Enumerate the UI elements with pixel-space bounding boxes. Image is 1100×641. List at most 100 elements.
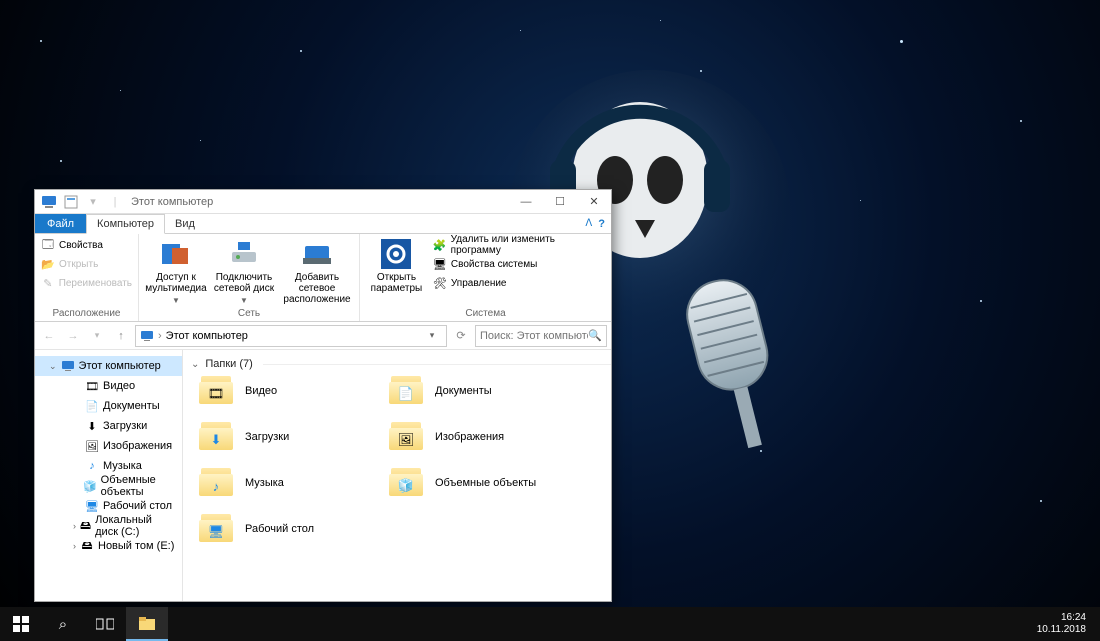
titlebar[interactable]: ▾ | Этот компьютер — ☐ ✕ xyxy=(35,190,611,214)
tree-drive-e[interactable]: ›🖴Новый том (E:) xyxy=(59,536,182,556)
ribbon-add-net-location[interactable]: Добавить сетевое расположение xyxy=(281,236,353,306)
tree-this-pc[interactable]: ⌄ Этот компьютер xyxy=(35,356,182,376)
this-pc-icon xyxy=(61,359,75,373)
qat-dropdown-icon[interactable]: ▾ xyxy=(83,192,103,212)
ribbon-group-location: Расположение xyxy=(41,306,132,321)
document-icon: 📄 xyxy=(398,386,414,402)
3d-icon: 🧊 xyxy=(83,479,97,493)
search-icon: 🔍 xyxy=(588,329,602,342)
ribbon-uninstall-program[interactable]: 🧩 Удалить или изменить программу xyxy=(433,236,605,254)
taskbar-search[interactable]: ⌕ xyxy=(42,607,84,641)
3d-icon: 🧊 xyxy=(398,478,414,494)
qat-this-pc-icon[interactable] xyxy=(39,192,59,212)
taskbar-file-explorer[interactable] xyxy=(126,607,168,641)
desktop: ▾ | Этот компьютер — ☐ ✕ Файл Компьютер … xyxy=(0,0,1100,641)
tree-music[interactable]: ♪Музыка xyxy=(59,456,182,476)
uninstall-icon: 🧩 xyxy=(433,238,447,252)
media-icon xyxy=(160,238,192,270)
map-drive-icon xyxy=(228,238,260,270)
close-button[interactable]: ✕ xyxy=(577,190,611,214)
tree-desktop[interactable]: 🖥Рабочий стол xyxy=(59,496,182,516)
windows-icon xyxy=(13,616,29,632)
refresh-button[interactable]: ⟳ xyxy=(451,326,471,346)
properties-icon: 🗔 xyxy=(41,238,55,252)
drive-icon: 🖴 xyxy=(80,519,91,533)
ribbon-manage[interactable]: 🛠 Управление xyxy=(433,274,605,292)
ribbon-group-system: Система xyxy=(366,306,605,321)
folder-documents[interactable]: 📄 Документы xyxy=(389,376,579,406)
nav-recent-dropdown[interactable]: ▾ xyxy=(87,326,107,346)
ribbon-open-settings[interactable]: Открыть параметры xyxy=(366,236,427,306)
system-props-icon: 🖥 xyxy=(433,257,447,271)
folder-videos[interactable]: 🎞 Видео xyxy=(199,376,389,406)
minimize-button[interactable]: — xyxy=(509,190,543,214)
folder-music[interactable]: ♪ Музыка xyxy=(199,468,389,498)
ribbon-properties[interactable]: 🗔 Свойства xyxy=(41,236,132,254)
desktop-icon: 🖥 xyxy=(208,524,224,540)
download-icon: ⬇ xyxy=(85,419,99,433)
this-pc-icon xyxy=(140,329,154,343)
search-input[interactable] xyxy=(480,330,588,342)
help-icon[interactable]: ? xyxy=(598,218,605,230)
tree-downloads[interactable]: ⬇Загрузки xyxy=(59,416,182,436)
tree-videos[interactable]: 🎞Видео xyxy=(59,376,182,396)
tree-3dobjects[interactable]: 🧊Объемные объекты xyxy=(59,476,182,496)
taskbar: ⌕ 16:24 10.11.2018 xyxy=(0,607,1100,641)
address-dropdown-icon[interactable]: ▾ xyxy=(422,326,442,346)
ribbon-open[interactable]: 📂 Открыть xyxy=(41,255,132,273)
breadcrumb-this-pc[interactable]: Этот компьютер xyxy=(166,330,248,342)
open-icon: 📂 xyxy=(41,257,55,271)
document-icon: 📄 xyxy=(85,399,99,413)
folder-3dobjects[interactable]: 🧊 Объемные объекты xyxy=(389,468,579,498)
add-location-icon xyxy=(301,238,333,270)
folder-downloads[interactable]: ⬇ Загрузки xyxy=(199,422,389,452)
folder-desktop[interactable]: 🖥 Рабочий стол xyxy=(199,514,389,544)
rename-icon: ✎ xyxy=(41,276,55,290)
nav-up-button[interactable]: ↑ xyxy=(111,326,131,346)
tree-documents[interactable]: 📄Документы xyxy=(59,396,182,416)
folder-pictures[interactable]: 🖼 Изображения xyxy=(389,422,579,452)
video-icon: 🎞 xyxy=(208,386,224,402)
ribbon-group-network: Сеть xyxy=(145,306,353,321)
tab-computer[interactable]: Компьютер xyxy=(86,214,165,234)
music-icon: ♪ xyxy=(208,478,224,494)
desktop-icon: 🖥 xyxy=(85,499,99,513)
address-bar[interactable]: › Этот компьютер ▾ xyxy=(135,325,447,347)
window-title: Этот компьютер xyxy=(125,196,509,208)
file-explorer-window: ▾ | Этот компьютер — ☐ ✕ Файл Компьютер … xyxy=(34,189,612,602)
nav-back-button[interactable]: ← xyxy=(39,326,59,346)
tree-drive-c[interactable]: ›🖴Локальный диск (C:) xyxy=(59,516,182,536)
ribbon: 🗔 Свойства 📂 Открыть ✎ Переименовать xyxy=(35,234,611,322)
start-button[interactable] xyxy=(0,607,42,641)
nav-forward-button[interactable]: → xyxy=(63,326,83,346)
music-icon: ♪ xyxy=(85,459,99,473)
ribbon-collapse-icon[interactable]: ᐱ xyxy=(585,218,592,229)
system-tray[interactable]: 16:24 10.11.2018 xyxy=(1031,612,1100,636)
tree-pictures[interactable]: 🖼Изображения xyxy=(59,436,182,456)
ribbon-media-access[interactable]: Доступ к мультимедиа ▼ xyxy=(145,236,207,306)
navbar: ← → ▾ ↑ › Этот компьютер ▾ ⟳ 🔍 xyxy=(35,322,611,350)
group-header-folders[interactable]: ⌄ Папки (7) xyxy=(191,356,611,376)
content-pane[interactable]: ⌄ Папки (7) 🎞 Видео 📄 Документы ⬇ xyxy=(183,350,611,601)
tab-file[interactable]: Файл xyxy=(35,214,86,233)
ribbon-map-drive[interactable]: Подключить сетевой диск ▼ xyxy=(213,236,275,306)
tab-view[interactable]: Вид xyxy=(165,214,205,233)
maximize-button[interactable]: ☐ xyxy=(543,190,577,214)
search-icon: ⌕ xyxy=(59,616,67,633)
titlebar-separator: | xyxy=(105,192,125,212)
ribbon-tabs: Файл Компьютер Вид ᐱ ? xyxy=(35,214,611,234)
nav-tree[interactable]: ⌄ Этот компьютер 🎞Видео 📄Документы ⬇Загр… xyxy=(35,350,183,601)
ribbon-rename[interactable]: ✎ Переименовать xyxy=(41,274,132,292)
picture-icon: 🖼 xyxy=(85,439,99,453)
qat-properties-icon[interactable] xyxy=(61,192,81,212)
folder-icon xyxy=(138,615,156,631)
manage-icon: 🛠 xyxy=(433,276,447,290)
download-icon: ⬇ xyxy=(208,432,224,448)
taskbar-clock[interactable]: 16:24 10.11.2018 xyxy=(1031,612,1092,636)
settings-gear-icon xyxy=(380,238,412,270)
task-view-icon xyxy=(96,617,114,631)
task-view-button[interactable] xyxy=(84,607,126,641)
drive-icon: 🖴 xyxy=(80,539,94,553)
search-box[interactable]: 🔍 xyxy=(475,325,607,347)
ribbon-system-properties[interactable]: 🖥 Свойства системы xyxy=(433,255,605,273)
